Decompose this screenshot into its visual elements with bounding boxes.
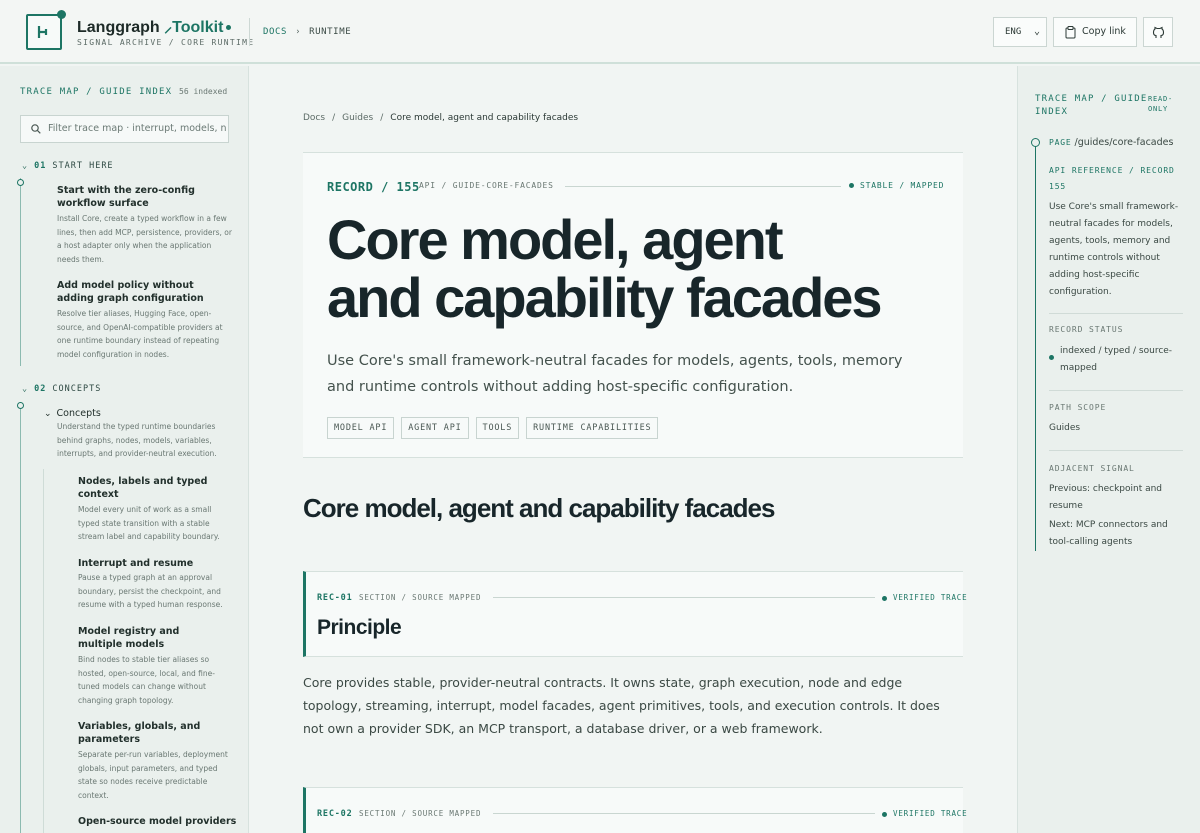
tag-runtime-capabilities[interactable]: RUNTIME CAPABILITIES (526, 417, 659, 439)
previous-link[interactable]: Previous: checkpoint and resume (1049, 481, 1189, 515)
status-dot (1049, 355, 1054, 360)
tag-model-api[interactable]: MODEL API (327, 417, 395, 439)
nav-group-concepts[interactable]: ⌄ Concepts (44, 407, 101, 421)
copy-link-button[interactable]: Copy link (1053, 17, 1137, 47)
nav-item-open-source[interactable]: Open-source model providers (78, 815, 238, 828)
section-start-here[interactable]: ⌄ 01 START HERE (22, 161, 114, 171)
nav-item-desc: Understand the typed runtime boundaries … (57, 422, 217, 458)
record-block-id: REC-02 (317, 809, 353, 819)
record-id: RECORD / 155 (327, 180, 420, 194)
chevron-down-icon: ⌄ (1033, 26, 1040, 37)
timeline-line (20, 178, 21, 366)
principle-paragraph: Core provides stable, provider-neutral c… (303, 675, 940, 736)
search-icon (31, 124, 41, 134)
chevron-down-icon: ⌄ (44, 409, 52, 419)
record-block-rule (493, 597, 875, 598)
page-title: Core model, agent and capability facades (327, 208, 883, 329)
api-description: Use Core's small framework-neutral facad… (1049, 202, 1179, 297)
record-block-status: VERIFIED TRACE (882, 593, 967, 602)
divider (1049, 450, 1183, 451)
nav-item-interrupt[interactable]: Interrupt and resume (78, 557, 228, 570)
right-rail: TRACE MAP / GUIDE INDEX READ-ONLY PAGE /… (1017, 66, 1200, 833)
rail-line (1035, 139, 1036, 551)
chevron-down-icon: ⌄ (22, 384, 29, 394)
record-block-rule (493, 813, 875, 814)
record-block-title: Principle (317, 616, 402, 639)
chevron-down-icon: ⌄ (22, 161, 29, 171)
nav-item-desc: Pause a typed graph at an approval bound… (78, 573, 223, 609)
tag-tools[interactable]: TOOLS (475, 417, 520, 439)
timeline-node (17, 402, 24, 409)
record-card: RECORD / 155 API / GUIDE-CORE-FACADES ST… (303, 152, 963, 458)
language-select[interactable]: ENG ⌄ (993, 17, 1047, 47)
record-block-status: VERIFIED TRACE (882, 809, 967, 818)
github-icon (1152, 26, 1165, 38)
divider (1049, 313, 1183, 314)
left-sidebar: TRACE MAP / GUIDE INDEX 56 indexed Filte… (0, 66, 249, 833)
breadcrumb-guides-link[interactable]: Guides (342, 113, 373, 123)
brand-dot (226, 25, 232, 31)
status-dot (882, 811, 887, 817)
breadcrumb-docs-link[interactable]: Docs (303, 113, 325, 123)
nav-item-nodes[interactable]: Nodes, labels and typed context (78, 475, 218, 501)
record-status-label: RECORD STATUS (1049, 325, 1124, 334)
brand-name[interactable]: Langgraph ⸝Toolkit (77, 15, 232, 37)
nav-item-model-registry[interactable]: Model registry and multiple models (78, 625, 218, 651)
nav-item-desc: Bind nodes to stable tier aliases so hos… (78, 655, 215, 705)
nav-item-zero-config[interactable]: Start with the zero-config workflow surf… (57, 184, 237, 210)
section-concepts[interactable]: ⌄ 02 CONCEPTS (22, 384, 101, 394)
clipboard-icon (1065, 26, 1076, 39)
header-breadcrumb: DOCS › RUNTIME (263, 27, 352, 37)
record-block-2: REC-02 SECTION / SOURCE MAPPED VERIFIED … (303, 787, 967, 833)
top-header: Langgraph ⸝Toolkit SIGNAL ARCHIVE / CORE… (0, 0, 1200, 64)
nav-item-desc: Model every unit of work as a small type… (78, 505, 220, 541)
read-only-badge: READ-ONLY (1148, 95, 1174, 113)
record-rule (565, 186, 841, 187)
logo-icon[interactable] (26, 10, 66, 50)
record-block-path: SECTION / SOURCE MAPPED (359, 809, 482, 818)
graph-glyph-icon (37, 26, 48, 38)
nav-item-variables[interactable]: Variables, globals, and parameters (78, 720, 218, 746)
section-heading: Core model, agent and capability facades (303, 493, 775, 523)
timeline-node (17, 179, 24, 186)
lead-text: Use Core's small framework-neutral facad… (327, 353, 903, 395)
header-divider (249, 18, 250, 46)
nav-item-desc: Separate per-run variables, deployment g… (78, 750, 228, 800)
tag-agent-api[interactable]: AGENT API (401, 417, 469, 439)
subtree-line (43, 469, 44, 833)
breadcrumb: Docs / Guides / Core model, agent and capabi… (303, 113, 579, 123)
trace-map-title: TRACE MAP / GUIDE INDEX (20, 87, 173, 97)
status-dot (849, 183, 854, 188)
page-path: PAGE /guides/core-facades (1049, 137, 1174, 148)
right-rail-title: TRACE MAP / GUIDE INDEX (1035, 94, 1148, 117)
nav-item-desc: Resolve tier aliases, Hugging Face, open… (57, 309, 223, 359)
record-block-id: REC-01 (317, 593, 353, 603)
logo-dot (57, 10, 66, 19)
tag-list: MODEL API AGENT API TOOLS RUNTIME CAPABI… (327, 417, 659, 439)
adjacent-signal-label: ADJACENT SIGNAL (1049, 464, 1135, 473)
search-input[interactable]: Filter trace map · interrupt, models, n (20, 115, 229, 143)
record-status: STABLE / MAPPED (849, 181, 944, 190)
record-block-path: SECTION / SOURCE MAPPED (359, 593, 482, 602)
record-status-value: indexed / typed / source-mapped (1060, 346, 1173, 373)
record-path: API / GUIDE-CORE-FACADES (419, 181, 554, 190)
nav-item-model-policy[interactable]: Add model policy without adding graph co… (57, 279, 227, 305)
timeline-line (20, 402, 21, 833)
breadcrumb-runtime: RUNTIME (309, 27, 352, 37)
status-dot (882, 595, 887, 601)
github-button[interactable] (1143, 17, 1173, 47)
breadcrumb-current: Core model, agent and capability facades (390, 113, 579, 123)
breadcrumb-docs[interactable]: DOCS (263, 27, 287, 37)
brand-subtitle: SIGNAL ARCHIVE / CORE RUNTIME (77, 38, 255, 47)
api-reference-label: API REFERENCE / RECORD 155 (1049, 166, 1175, 191)
next-link[interactable]: Next: MCP connectors and tool-calling ag… (1049, 517, 1189, 551)
main-content: Docs / Guides / Core model, agent and capabi… (250, 66, 1017, 833)
record-block-principle: REC-01 SECTION / SOURCE MAPPED VERIFIED … (303, 571, 967, 657)
nav-item-desc: Install Core, create a typed workflow in… (57, 214, 232, 264)
indexed-count: 56 indexed (179, 87, 228, 96)
path-scope-value: Guides (1049, 423, 1081, 433)
path-scope-label: PATH SCOPE (1049, 403, 1107, 412)
divider (1049, 390, 1183, 391)
rail-node (1031, 138, 1040, 147)
